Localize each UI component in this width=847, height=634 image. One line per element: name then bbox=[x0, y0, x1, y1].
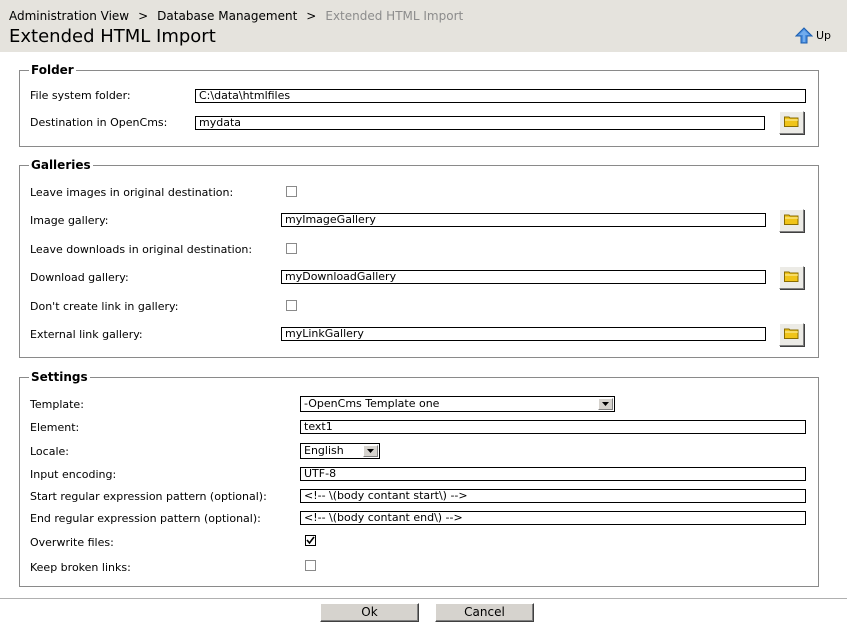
input-encoding-label: Input encoding: bbox=[30, 468, 117, 481]
cancel-button[interactable]: Cancel bbox=[435, 603, 534, 622]
galleries-group: Galleries Leave images in original desti… bbox=[19, 158, 819, 358]
input-encoding-input[interactable]: UTF-8 bbox=[300, 467, 806, 481]
template-label: Template: bbox=[30, 398, 84, 411]
external-link-gallery-label: External link gallery: bbox=[30, 328, 143, 341]
element-label: Element: bbox=[30, 421, 80, 434]
folder-icon bbox=[784, 327, 799, 342]
breadcrumb: Administration View > Database Management >… bbox=[9, 9, 463, 23]
download-gallery-input[interactable]: myDownloadGallery bbox=[281, 270, 766, 284]
galleries-legend: Galleries bbox=[29, 158, 93, 172]
external-link-gallery-input[interactable]: myLinkGallery bbox=[281, 327, 766, 341]
start-pattern-input[interactable]: <!-- \(body contant start\) --> bbox=[300, 489, 806, 503]
template-select-value: -OpenCms Template one bbox=[304, 397, 440, 410]
image-gallery-browse-button[interactable] bbox=[779, 209, 804, 232]
image-gallery-label: Image gallery: bbox=[30, 214, 109, 227]
external-link-gallery-browse-button[interactable] bbox=[779, 323, 804, 346]
folder-icon bbox=[784, 270, 799, 285]
up-button[interactable]: Up bbox=[794, 27, 831, 44]
keep-broken-links-label: Keep broken links: bbox=[30, 561, 131, 574]
image-gallery-input[interactable]: myImageGallery bbox=[281, 213, 766, 227]
no-link-in-gallery-label: Don't create link in gallery: bbox=[30, 300, 179, 313]
leave-downloads-label: Leave downloads in original destination: bbox=[30, 243, 253, 256]
element-input[interactable]: text1 bbox=[300, 420, 806, 434]
footer-divider bbox=[0, 598, 847, 599]
page-title: Extended HTML Import bbox=[9, 26, 216, 47]
download-gallery-label: Download gallery: bbox=[30, 271, 129, 284]
locale-select[interactable]: English bbox=[300, 443, 380, 459]
up-arrow-icon bbox=[794, 27, 813, 44]
leave-downloads-checkbox[interactable] bbox=[286, 243, 297, 254]
end-pattern-label: End regular expression pattern (optional… bbox=[30, 512, 261, 525]
destination-input[interactable]: mydata bbox=[195, 116, 765, 130]
destination-browse-button[interactable] bbox=[779, 111, 804, 134]
settings-group: Settings Template: -OpenCms Template one… bbox=[19, 370, 819, 587]
template-select[interactable]: -OpenCms Template one bbox=[300, 396, 615, 412]
keep-broken-links-checkbox[interactable] bbox=[305, 560, 316, 571]
checkmark-icon bbox=[306, 536, 315, 545]
leave-images-label: Leave images in original destination: bbox=[30, 186, 234, 199]
destination-label: Destination in OpenCms: bbox=[30, 116, 168, 129]
settings-legend: Settings bbox=[29, 370, 90, 384]
overwrite-files-checkbox[interactable] bbox=[305, 535, 316, 546]
chevron-down-icon bbox=[598, 398, 613, 410]
no-link-in-gallery-checkbox[interactable] bbox=[286, 300, 297, 311]
folder-icon bbox=[784, 213, 799, 228]
file-system-folder-label: File system folder: bbox=[30, 89, 131, 102]
overwrite-files-label: Overwrite files: bbox=[30, 536, 114, 549]
breadcrumb-separator: > bbox=[138, 9, 149, 23]
breadcrumb-separator: > bbox=[306, 9, 317, 23]
folder-legend: Folder bbox=[29, 63, 76, 77]
breadcrumb-current: Extended HTML Import bbox=[325, 9, 464, 23]
ok-button[interactable]: Ok bbox=[320, 603, 419, 622]
start-pattern-label: Start regular expression pattern (option… bbox=[30, 490, 267, 503]
folder-group: Folder File system folder: C:\data\htmlf… bbox=[19, 63, 819, 147]
folder-icon bbox=[784, 115, 799, 130]
page-header: Administration View > Database Management >… bbox=[0, 0, 847, 52]
chevron-down-icon bbox=[363, 445, 378, 457]
locale-select-value: English bbox=[304, 444, 344, 457]
end-pattern-input[interactable]: <!-- \(body contant end\) --> bbox=[300, 511, 806, 525]
breadcrumb-database-management[interactable]: Database Management bbox=[157, 9, 297, 23]
download-gallery-browse-button[interactable] bbox=[779, 266, 804, 289]
locale-label: Locale: bbox=[30, 445, 69, 458]
breadcrumb-administration-view[interactable]: Administration View bbox=[9, 9, 129, 23]
up-label: Up bbox=[815, 29, 831, 42]
file-system-folder-input[interactable]: C:\data\htmlfiles bbox=[195, 89, 806, 103]
leave-images-checkbox[interactable] bbox=[286, 186, 297, 197]
